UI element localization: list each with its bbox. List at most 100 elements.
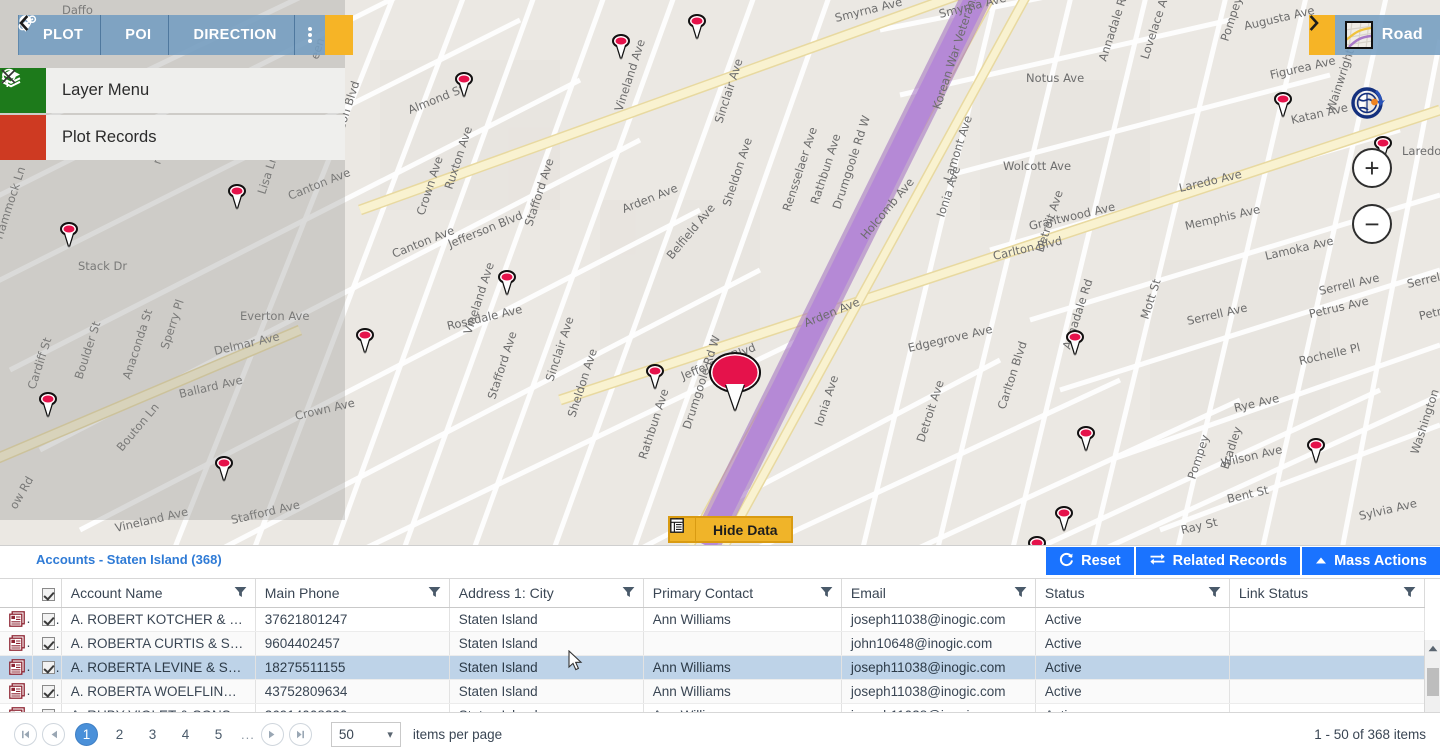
map-pin[interactable] — [612, 34, 630, 59]
grid-vertical-scrollbar[interactable] — [1424, 640, 1440, 723]
map-pin[interactable] — [1066, 330, 1084, 355]
row-select-checkbox-cell[interactable] — [32, 607, 62, 632]
related-records-button[interactable]: Related Records — [1135, 547, 1301, 575]
map-pin[interactable] — [228, 184, 246, 209]
sidebar-item-plot-records[interactable]: Plot Records — [0, 68, 345, 160]
table-cell[interactable] — [1229, 679, 1426, 704]
map-pin[interactable] — [1028, 536, 1046, 545]
map-pin[interactable] — [646, 364, 664, 389]
row-select-checkbox[interactable] — [42, 661, 56, 675]
row-record-icon[interactable] — [0, 655, 34, 680]
table-cell[interactable] — [1229, 607, 1426, 632]
scrollbar-thumb[interactable] — [1427, 668, 1439, 696]
table-cell[interactable]: Ann Williams — [643, 607, 842, 632]
table-cell[interactable]: Staten Island — [449, 679, 644, 704]
table-cell[interactable]: Staten Island — [449, 655, 644, 680]
page-button-5[interactable]: 5 — [207, 723, 230, 746]
select-all-checkbox[interactable] — [42, 587, 56, 601]
table-cell[interactable]: Active — [1035, 655, 1230, 680]
page-button-1[interactable]: 1 — [75, 722, 98, 746]
page-button-2[interactable]: 2 — [108, 723, 131, 746]
table-cell[interactable]: Active — [1035, 607, 1230, 632]
hide-data-body[interactable]: Hide Data — [670, 518, 791, 541]
map-pin[interactable] — [455, 72, 473, 97]
table-cell[interactable]: 18275511155 — [255, 655, 450, 680]
table-cell[interactable] — [643, 631, 842, 656]
previous-page-icon[interactable] — [42, 722, 65, 746]
row-select-checkbox[interactable] — [42, 613, 56, 627]
direction-button[interactable]: DIRECTION — [18, 15, 295, 55]
filter-icon[interactable] — [234, 585, 247, 601]
map-canvas[interactable]: Daffo Smyrna Ave Smyrna Ave Notus Ave Wo… — [0, 0, 1440, 545]
table-cell[interactable]: joseph11038@inogic.com — [841, 655, 1036, 680]
map-pin[interactable] — [498, 270, 516, 295]
map-pin-selected[interactable] — [709, 352, 761, 411]
zoom-out-button[interactable]: − — [1352, 204, 1392, 244]
page-button-4[interactable]: 4 — [174, 723, 197, 746]
filter-icon[interactable] — [1014, 585, 1027, 601]
grid-table-viewport[interactable]: Account Name Main Phone Address 1: City … — [0, 578, 1440, 723]
reset-button[interactable]: Reset — [1046, 547, 1134, 575]
map-pin[interactable] — [1077, 426, 1095, 451]
table-cell[interactable] — [1229, 631, 1426, 656]
row-select-checkbox-cell[interactable] — [32, 631, 62, 656]
column-header-address-city[interactable]: Address 1: City — [449, 579, 644, 608]
sidebar-item-layer-menu[interactable]: Layer Menu — [0, 68, 345, 113]
table-cell[interactable]: 9604402457 — [255, 631, 450, 656]
filter-icon[interactable] — [820, 585, 833, 601]
map-pin[interactable] — [60, 222, 78, 247]
next-page-icon[interactable] — [260, 722, 284, 746]
table-cell[interactable]: A. ROBERTA CURTIS & SONS — [61, 631, 256, 656]
expand-maptype-button[interactable] — [1308, 15, 1335, 55]
table-cell[interactable]: john10648@inogic.com — [841, 631, 1036, 656]
table-cell[interactable]: joseph11038@inogic.com — [841, 607, 1036, 632]
table-cell[interactable]: 37621801247 — [255, 607, 450, 632]
select-all-header[interactable] — [32, 579, 62, 608]
filter-icon[interactable] — [622, 585, 635, 601]
globe-reset-icon[interactable] — [1346, 80, 1392, 126]
row-record-icon[interactable] — [0, 631, 34, 656]
last-page-icon[interactable] — [288, 722, 312, 746]
page-button-3[interactable]: 3 — [141, 723, 164, 746]
row-select-checkbox-cell[interactable] — [32, 679, 62, 704]
column-header-email[interactable]: Email — [841, 579, 1036, 608]
table-cell[interactable]: Active — [1035, 631, 1230, 656]
map-pin[interactable] — [688, 14, 706, 39]
table-cell[interactable]: Active — [1035, 679, 1230, 704]
collapse-toolbar-button[interactable] — [19, 15, 353, 55]
map-pin[interactable] — [39, 392, 57, 417]
more-options-icon[interactable] — [295, 15, 325, 55]
table-cell[interactable]: A. ROBERTA WOELFLING & ... — [61, 679, 256, 704]
entity-breadcrumb-link[interactable]: Accounts - Staten Island (368) — [36, 552, 222, 567]
filter-icon[interactable] — [1403, 585, 1416, 601]
row-select-checkbox[interactable] — [42, 685, 56, 699]
row-record-icon[interactable] — [0, 679, 34, 704]
map-pin[interactable] — [1307, 438, 1325, 463]
map-pin[interactable] — [1055, 506, 1073, 531]
table-cell[interactable]: Ann Williams — [643, 679, 842, 704]
first-page-icon[interactable] — [14, 722, 37, 746]
table-row[interactable]: A. ROBERTA WOELFLING & ... 43752809634 Sta… — [0, 679, 1426, 704]
row-select-checkbox-cell[interactable] — [32, 655, 62, 680]
filter-icon[interactable] — [428, 585, 441, 601]
filter-icon[interactable] — [1208, 585, 1221, 601]
scroll-up-arrow[interactable] — [1425, 640, 1440, 656]
table-cell[interactable] — [1229, 655, 1426, 680]
table-row[interactable]: A. ROBERTA CURTIS & SONS 9604402457 Staten… — [0, 631, 1426, 656]
page-size-select[interactable]: 50 ▾ — [330, 721, 401, 747]
zoom-in-button[interactable]: + — [1352, 148, 1392, 188]
poi-button[interactable]: POI — [19, 15, 170, 55]
table-cell[interactable]: joseph11038@inogic.com — [841, 679, 1036, 704]
table-cell[interactable]: 43752809634 — [255, 679, 450, 704]
column-header-link-status[interactable]: Link Status — [1229, 579, 1426, 608]
column-header-main-phone[interactable]: Main Phone — [255, 579, 450, 608]
table-row[interactable]: A. ROBERTA LEVINE & SONS 18275511155 State… — [0, 655, 1426, 680]
row-select-checkbox[interactable] — [42, 637, 56, 651]
row-record-icon[interactable] — [0, 607, 34, 632]
table-cell[interactable]: A. ROBERT KOTCHER & SONS — [61, 607, 256, 632]
table-cell[interactable]: Ann Williams — [643, 655, 842, 680]
column-header-status[interactable]: Status — [1035, 579, 1230, 608]
column-header-primary-contact[interactable]: Primary Contact — [643, 579, 842, 608]
table-cell[interactable]: Staten Island — [449, 631, 644, 656]
maptype-road-option[interactable]: Road — [1334, 15, 1440, 55]
